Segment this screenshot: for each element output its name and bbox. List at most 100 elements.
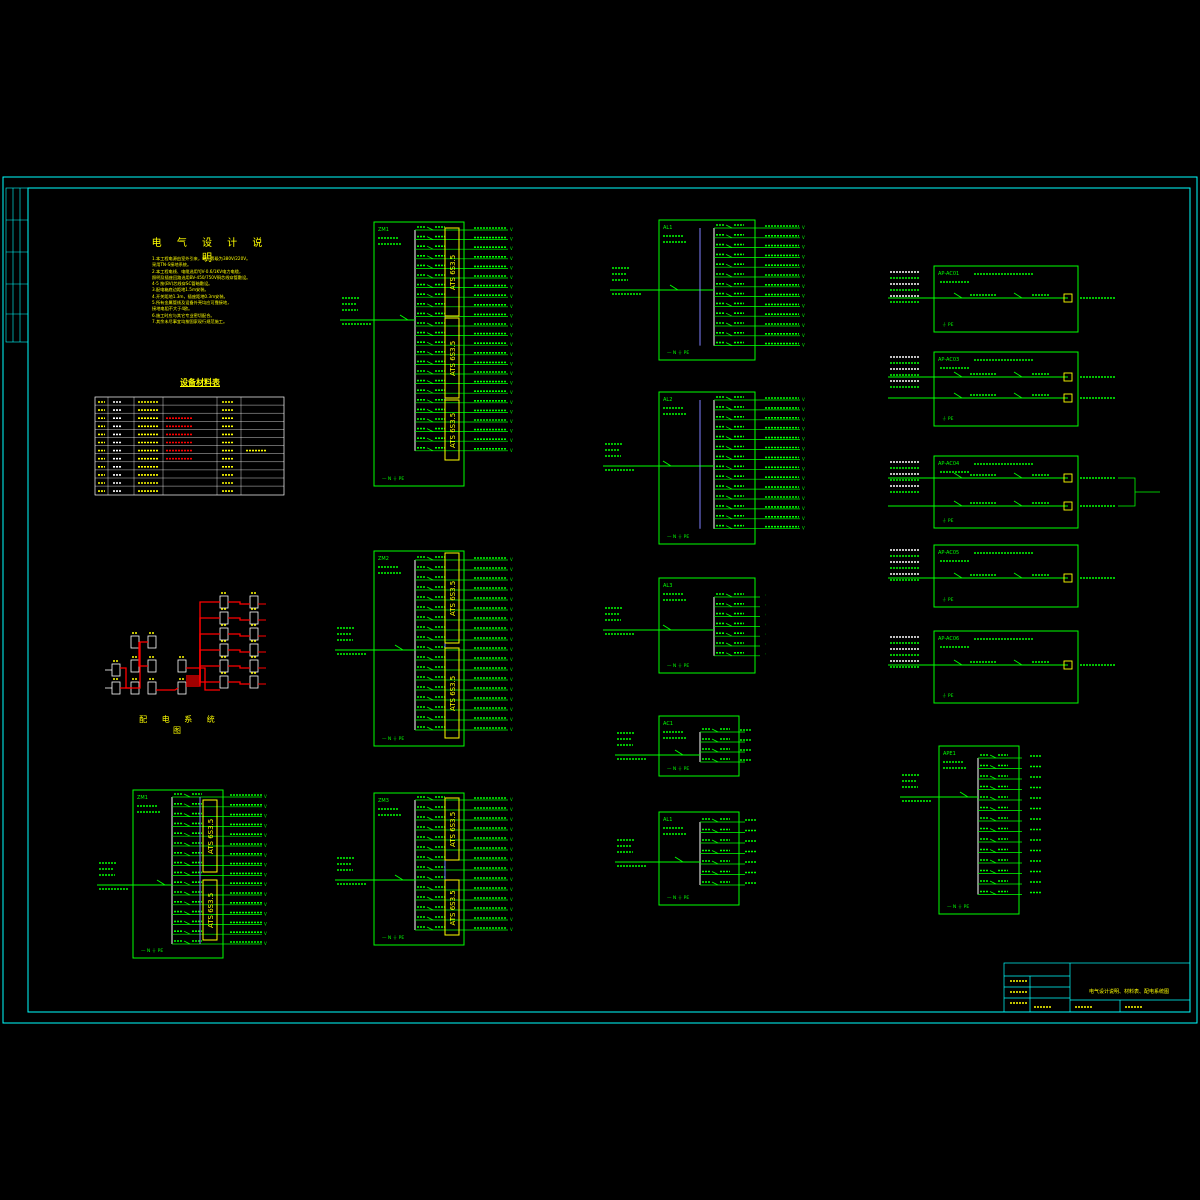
riser-feeder bbox=[228, 665, 250, 669]
atse-label: ATS 6S3.5 bbox=[449, 255, 457, 290]
earth-terminal: — N ⏚ PE bbox=[382, 735, 404, 742]
branch-breaker bbox=[426, 596, 434, 601]
panel-name: AL1 bbox=[663, 225, 672, 231]
distribution-panel: AL1 VVVVVVVVVVVVV— N ⏚ PE bbox=[610, 219, 805, 361]
phase-mark: V bbox=[802, 447, 805, 452]
branch-breaker bbox=[725, 632, 733, 637]
branch-breaker bbox=[426, 332, 434, 336]
branch-breaker bbox=[989, 817, 997, 822]
branch-breaker bbox=[725, 322, 733, 327]
panel-enclosure bbox=[658, 811, 740, 906]
panel-name: ZM1 bbox=[137, 795, 148, 801]
riser-box bbox=[130, 635, 140, 649]
phase-mark: V bbox=[802, 343, 805, 348]
phase-mark: V bbox=[510, 352, 513, 357]
motor-control-panel: AP-AC01 ⏚ PE bbox=[888, 265, 1116, 333]
panel-enclosure bbox=[933, 351, 1079, 427]
electrical-drawing-sheet: ZM1 VVVVVVVVVVVVVVVVVVVVVVVVATS 6S3.5ATS … bbox=[2, 176, 1198, 1024]
branch-breaker bbox=[426, 686, 434, 691]
branch-breaker bbox=[989, 775, 997, 780]
panel-name: AP-AC06 bbox=[938, 636, 959, 642]
branch-breaker bbox=[711, 748, 719, 753]
phase-mark: V bbox=[510, 727, 513, 732]
phase-mark: V bbox=[802, 333, 805, 338]
branch-breaker bbox=[725, 485, 733, 490]
main-breaker bbox=[394, 644, 404, 651]
phase-mark: V bbox=[802, 225, 805, 230]
main-breaker bbox=[156, 879, 166, 886]
note-line: 7.其余未尽事宜均按国家现行规范施工。 bbox=[152, 318, 228, 324]
earth-terminal: ⏚ PE bbox=[942, 321, 954, 328]
contactor bbox=[1013, 392, 1023, 399]
branch-breaker bbox=[426, 293, 434, 298]
riser-feeder bbox=[228, 633, 250, 637]
riser-box bbox=[249, 643, 259, 657]
phase-mark: V bbox=[802, 437, 805, 442]
phase-mark: V bbox=[802, 476, 805, 481]
phase-mark: V bbox=[510, 265, 513, 270]
branch-breaker bbox=[183, 881, 191, 886]
contactor bbox=[1013, 572, 1023, 579]
riser-feeder bbox=[120, 641, 148, 689]
phase-mark: V bbox=[802, 294, 805, 299]
breaker bbox=[953, 472, 963, 479]
branch-breaker bbox=[426, 236, 434, 240]
branch-breaker bbox=[426, 428, 434, 432]
branch-breaker bbox=[426, 856, 434, 861]
distribution-panel: AC1 — N ⏚ PE bbox=[615, 715, 752, 777]
branch-breaker bbox=[183, 862, 191, 866]
riser-feeder bbox=[186, 617, 220, 685]
branch-breaker bbox=[989, 859, 997, 864]
phase-mark: V bbox=[264, 931, 267, 936]
earth-terminal: — N ⏚ PE bbox=[667, 662, 689, 669]
phase-mark: V bbox=[510, 390, 513, 395]
branch-breaker bbox=[989, 786, 997, 790]
branch-breaker bbox=[183, 852, 191, 857]
branch-breaker bbox=[426, 245, 434, 250]
riser-box bbox=[147, 659, 157, 673]
riser-box bbox=[219, 611, 229, 625]
phase-mark: V bbox=[510, 313, 513, 318]
riser-box bbox=[249, 595, 259, 609]
branch-breaker bbox=[989, 880, 997, 885]
earth-terminal: — N ⏚ PE bbox=[667, 765, 689, 772]
branch-breaker bbox=[989, 765, 997, 769]
branch-breaker bbox=[426, 846, 434, 851]
phase-mark: V bbox=[802, 407, 805, 412]
branch-breaker bbox=[426, 341, 434, 346]
branch-breaker bbox=[989, 828, 997, 832]
branch-breaker bbox=[426, 726, 434, 731]
atse-label: ATS 6S3.5 bbox=[449, 890, 457, 925]
riser-box bbox=[219, 595, 229, 609]
phase-mark: V bbox=[510, 617, 513, 622]
phase-mark: V bbox=[510, 657, 513, 662]
phase-mark: V bbox=[510, 285, 513, 290]
branch-breaker bbox=[426, 806, 434, 811]
atse-label: ATS 6S3.5 bbox=[207, 819, 215, 854]
atse-label: ATS 6S3.5 bbox=[449, 413, 457, 448]
phase-mark: V bbox=[510, 677, 513, 682]
branch-breaker bbox=[711, 881, 719, 886]
atse-label: ATS 6S3.5 bbox=[207, 893, 215, 928]
branch-breaker bbox=[426, 313, 434, 317]
earth-terminal: — N ⏚ PE bbox=[667, 894, 689, 901]
branch-breaker bbox=[426, 447, 434, 452]
distribution-panel: ZM2 VVVVVVVVVVVVVVVVVVATS 6S3.5ATS 6S3.5—… bbox=[335, 550, 513, 747]
riser-box bbox=[147, 635, 157, 649]
phase-mark: V bbox=[802, 284, 805, 289]
branch-breaker bbox=[426, 274, 434, 279]
panel-name: AP-AC03 bbox=[938, 357, 959, 363]
branch-breaker bbox=[183, 803, 191, 808]
phase-mark: V bbox=[264, 833, 267, 838]
branch-breaker bbox=[725, 273, 733, 278]
distribution-panel: APE1 — N ⏚ PE bbox=[900, 745, 1042, 915]
branch-breaker bbox=[426, 370, 434, 375]
branch-breaker bbox=[725, 642, 733, 647]
main-breaker bbox=[662, 624, 672, 631]
phase-mark: V bbox=[264, 853, 267, 858]
riser-box bbox=[219, 659, 229, 673]
equipment-table bbox=[94, 396, 285, 496]
phase-mark: V bbox=[510, 597, 513, 602]
contactor bbox=[1013, 371, 1023, 378]
branch-breaker bbox=[989, 870, 997, 874]
